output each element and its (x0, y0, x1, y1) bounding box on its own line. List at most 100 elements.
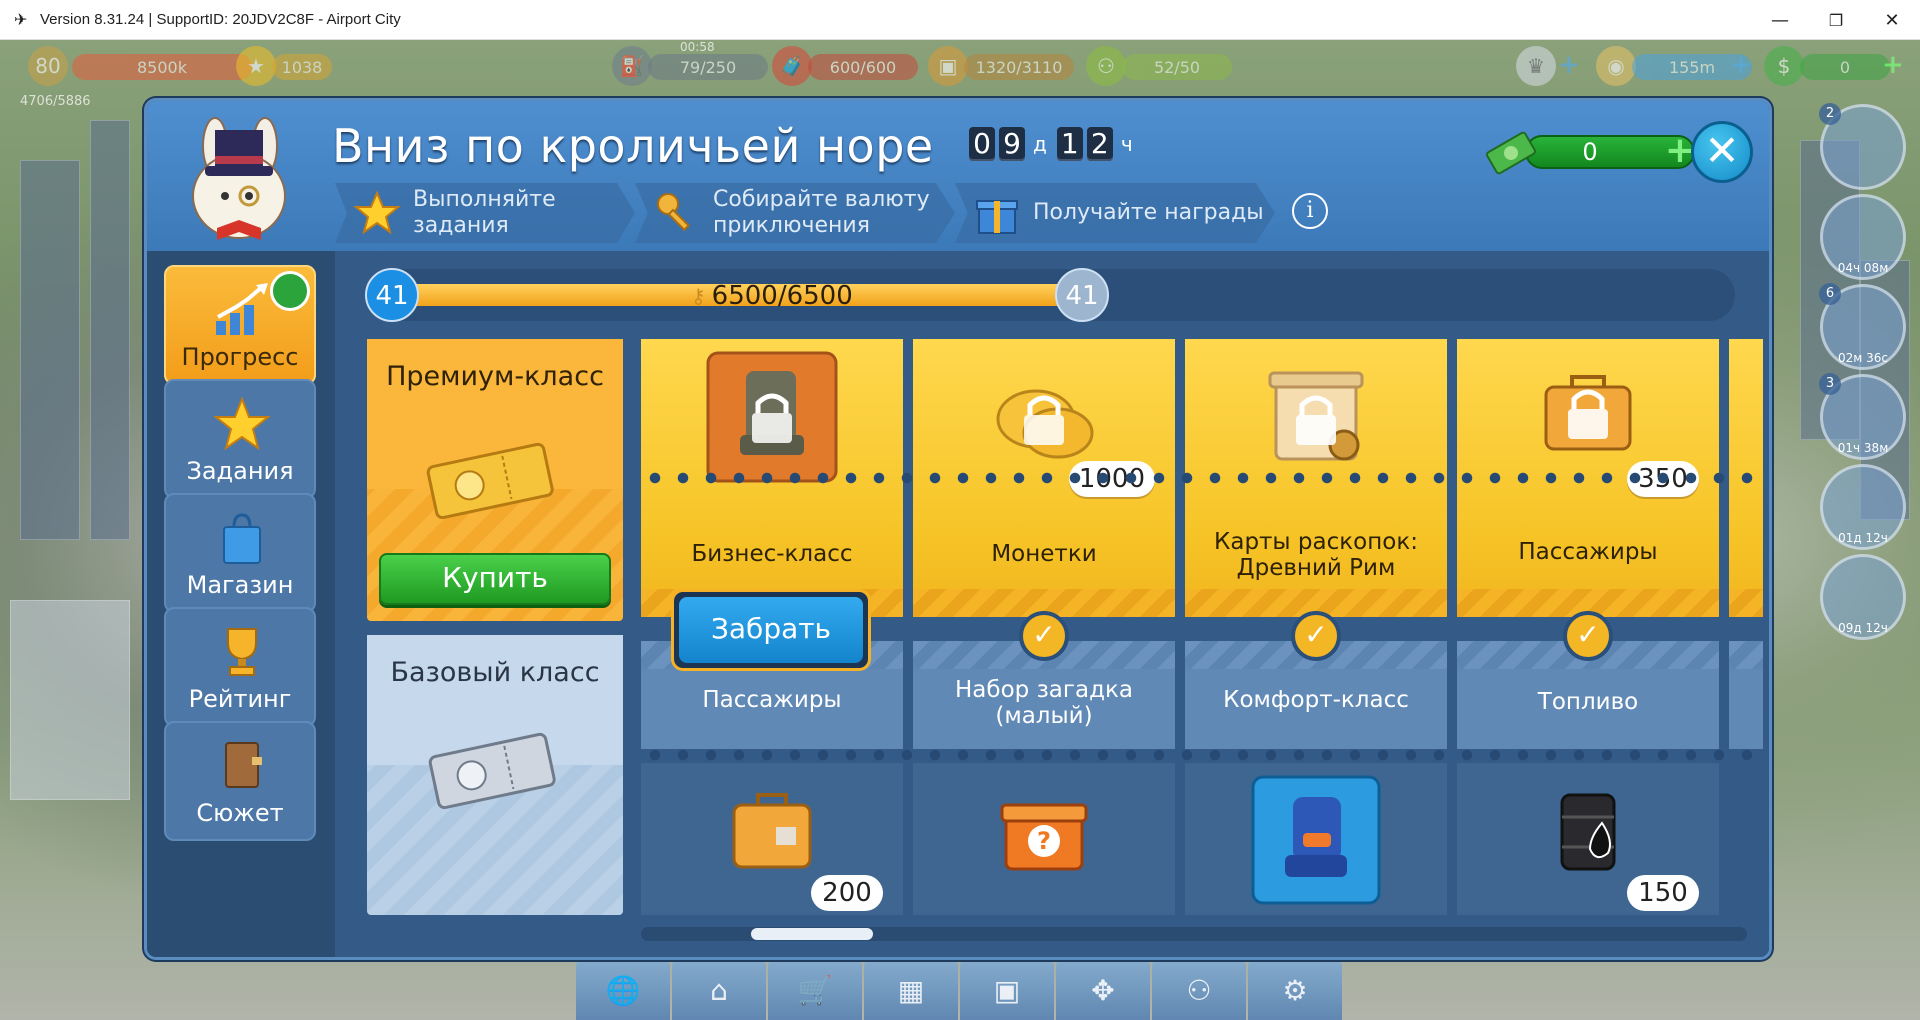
timer-digit: 1 (1056, 127, 1083, 161)
crown-icon: ♛ (1516, 46, 1556, 86)
right-timer-radar[interactable]: 6 02м 36с (1819, 283, 1906, 370)
timer-label: 09д 12ч (1838, 621, 1888, 635)
suitcase-icon (732, 793, 812, 869)
star-icon (353, 190, 401, 235)
right-timer-building[interactable]: 01д 12ч (1820, 464, 1906, 550)
close-panel-button[interactable]: ✕ (1691, 121, 1753, 183)
key-icon (657, 193, 690, 232)
sidebar-item-progress[interactable]: Прогресс (164, 265, 316, 385)
add-coins-button[interactable]: + (1730, 52, 1756, 78)
tab-get-rewards[interactable]: Получайте награды (955, 183, 1275, 243)
close-window-button[interactable]: ✕ (1864, 0, 1920, 40)
tab-tasks[interactable]: Выполняйте задания (335, 183, 635, 243)
reward-name: Монетки (991, 541, 1097, 567)
timer-badge: 3 (1819, 373, 1841, 395)
reward-count: 200 (811, 875, 883, 911)
right-timer-gauge[interactable]: 3 01ч 38м (1819, 373, 1906, 460)
progress-content: 41 41 ⚷ 6500/6500 Премиум-класс Купить Б… (335, 251, 1769, 957)
friends-icon[interactable]: ⚇ (1152, 960, 1246, 1020)
timer-hours-unit: ч (1120, 132, 1133, 156)
dig-cards-locked-icon (1268, 371, 1364, 461)
top-hud: 80 8500k ★ 1038 ⛽ 00:58 79/250 🧳 600/600… (0, 40, 1920, 109)
reward-name: Бизнес-класс (691, 541, 853, 567)
maximize-button[interactable]: ❐ (1808, 0, 1864, 40)
add-cash-button[interactable]: + (1882, 52, 1908, 78)
bags-bar: 600/600 (808, 54, 918, 80)
reward-name: Пассажиры (1518, 539, 1658, 565)
progress-label: ⚷ 6500/6500 (691, 281, 853, 311)
shopping-bag-icon (223, 513, 261, 564)
timer-digit: 2 (1086, 127, 1113, 161)
gold-ticket-icon (426, 442, 554, 519)
sidebar-item-label: Сюжет (196, 799, 284, 827)
premium-title: Премиум-класс (386, 361, 604, 392)
move-icon[interactable]: ✥ (1056, 960, 1150, 1020)
window-titlebar: ✈ Version 8.31.24 | SupportID: 20JDV2C8F… (0, 0, 1920, 40)
reward-name: Комфорт-класс (1223, 687, 1409, 713)
checkmark-icon: ✓ (1291, 611, 1341, 661)
cargo-icon: ▣ (928, 46, 968, 86)
sidebar: Прогресс Задания Магазин Рейтинг Сюжет (147, 251, 335, 957)
business-seat-locked-icon (706, 351, 838, 483)
settings-gear-icon[interactable]: ⚙ (1248, 960, 1342, 1020)
sidebar-item-story[interactable]: Сюжет (164, 721, 316, 841)
claim-button[interactable]: Забрать (671, 589, 871, 671)
sidebar-item-tasks[interactable]: Задания (164, 379, 316, 499)
cash-value: 0 (1839, 57, 1851, 77)
bottom-toolbar: 🌐 ⌂ 🛒 ▦ ▣ ✥ ⚇ ⚙ (576, 960, 1346, 1020)
basic-reward-cell[interactable] (1185, 763, 1447, 915)
sidebar-item-rating[interactable]: Рейтинг (164, 607, 316, 727)
timer-days-unit: д (1033, 132, 1047, 156)
mystery-box-icon: ? (1000, 803, 1088, 871)
timer-label: 01д 12ч (1838, 531, 1888, 545)
hangar-icon[interactable]: ⌂ (672, 960, 766, 1020)
right-timer-ticket[interactable]: 09д 12ч (1820, 554, 1906, 640)
tab-tasks-label: Выполняйте задания (413, 187, 556, 238)
timer-badge: 6 (1819, 283, 1841, 305)
scrollbar-thumb[interactable] (751, 928, 873, 940)
basic-class-card: Базовый класс (367, 635, 623, 915)
chest-icon[interactable]: ▣ (960, 960, 1054, 1020)
tab-get-rewards-label: Получайте награды (1033, 200, 1264, 225)
add-crown-button[interactable]: + (1558, 52, 1584, 78)
info-button[interactable]: i (1292, 193, 1328, 229)
crate-icon[interactable]: ▦ (864, 960, 958, 1020)
staff-icon: ⚇ (1086, 46, 1126, 86)
timer-digit: 9 (999, 127, 1025, 161)
silver-ticket-icon (428, 732, 556, 809)
airplane-icon: ✈ (14, 9, 28, 29)
basic-reward-cell[interactable]: 200 (641, 763, 903, 915)
cargo-bar: 1320/3110 (964, 54, 1074, 80)
event-cash-value: 0 (1582, 138, 1598, 166)
timer-label: 04ч 08м (1837, 261, 1889, 275)
progress-value: 6500/6500 (711, 281, 853, 311)
minimize-button[interactable]: — (1752, 0, 1808, 40)
key-icon: ⚷ (691, 284, 706, 308)
buy-button[interactable]: Купить (379, 553, 611, 605)
cargo-value: 1320/3110 (975, 57, 1063, 77)
reward-name: Топливо (1537, 689, 1639, 715)
basic-title: Базовый класс (390, 657, 600, 688)
right-timer-tower[interactable]: 2 (1819, 103, 1906, 190)
basic-reward-cell[interactable]: 150 (1457, 763, 1719, 915)
tab-collect-currency[interactable]: Собирайте валюту приключения (635, 183, 955, 243)
fuel-bar: 79/250 (648, 54, 768, 80)
gift-icon (976, 200, 1018, 234)
level-badge: 80 (28, 46, 68, 86)
star-icon: ★ (236, 46, 276, 86)
reward-count: 150 (1627, 875, 1699, 911)
baggage-icon: 🧳 (772, 46, 812, 86)
right-timer-rocket[interactable]: 04ч 08м (1820, 194, 1906, 280)
sidebar-item-shop[interactable]: Магазин (164, 493, 316, 613)
reward-name: Карты раскопок: Древний Рим (1214, 529, 1418, 581)
sidebar-item-label: Рейтинг (188, 685, 292, 713)
staff-bar: 52/50 (1122, 54, 1232, 80)
panel-title: Вниз по кроличьей норе (332, 119, 934, 173)
basic-reward-cell[interactable]: ? (913, 763, 1175, 915)
header-tabs: Выполняйте задания Собирайте валюту прик… (335, 183, 1275, 243)
globe-icon[interactable]: 🌐 (576, 960, 670, 1020)
progress-chart-icon (216, 283, 268, 335)
rabbit-mascot-icon (192, 117, 286, 240)
cart-icon[interactable]: 🛒 (768, 960, 862, 1020)
gift-badge-icon (270, 271, 310, 311)
